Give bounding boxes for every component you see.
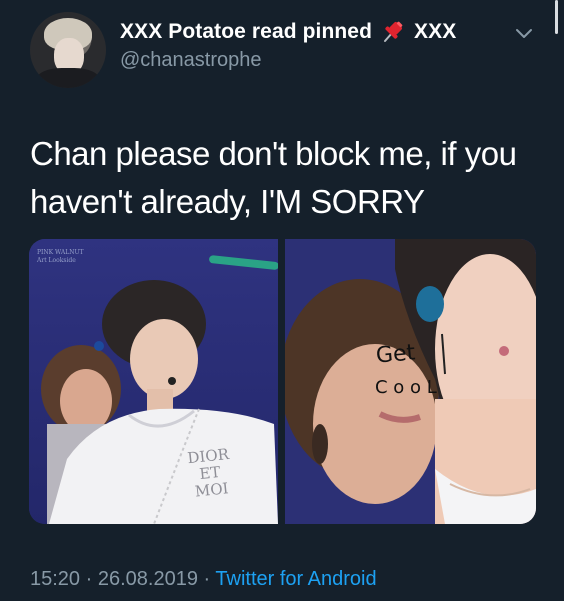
- display-name-suffix: XXX: [414, 20, 457, 43]
- chevron-down-icon[interactable]: [513, 22, 535, 44]
- tweet-source-link[interactable]: Twitter for Android: [215, 568, 376, 590]
- tweet-text: Chan please don't block me, if you haven…: [30, 135, 517, 220]
- tweet-meta: 15:20 · 26.08.2019 · Twitter for Android: [30, 568, 377, 591]
- photo-credit: PINK WALNUT Art Lookside: [37, 249, 84, 264]
- meta-separator: ·: [85, 568, 93, 590]
- doodle-text-get: Get: [374, 340, 417, 369]
- scroll-indicator[interactable]: [555, 0, 558, 34]
- tweet-time: 15:20: [30, 568, 81, 590]
- avatar[interactable]: [30, 12, 106, 88]
- pushpin-icon: [380, 19, 406, 45]
- meta-separator: ·: [203, 568, 211, 590]
- shirt-print-text: DIOR ET MOI: [186, 444, 230, 501]
- display-name[interactable]: XXX Potatoe read pinned XXX: [120, 19, 456, 45]
- doodle-text-cool: C o o L: [375, 377, 437, 398]
- display-name-text: XXX Potatoe read pinned: [120, 20, 373, 43]
- user-handle[interactable]: @chanastrophe: [120, 49, 262, 72]
- tweet-date: 26.08.2019: [97, 568, 198, 590]
